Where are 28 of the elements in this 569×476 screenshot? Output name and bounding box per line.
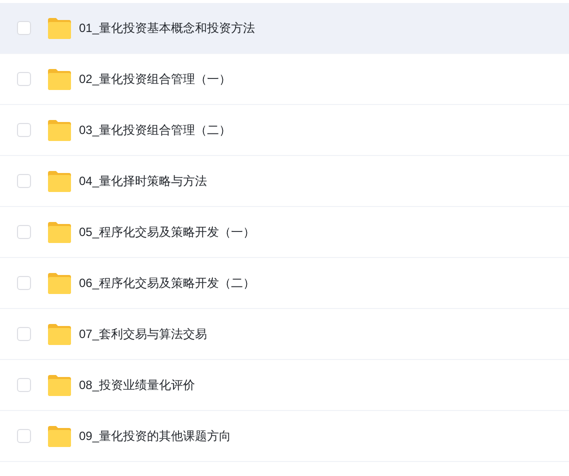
folder-name[interactable]: 06_程序化交易及策略开发（二）	[79, 274, 256, 292]
checkbox[interactable]	[17, 21, 31, 35]
folder-name[interactable]: 05_程序化交易及策略开发（一）	[79, 223, 256, 241]
folder-name[interactable]: 01_量化投资基本概念和投资方法	[79, 19, 256, 37]
checkbox[interactable]	[17, 327, 31, 341]
folder-icon	[47, 272, 72, 294]
folder-name[interactable]: 02_量化投资组合管理（一）	[79, 70, 232, 88]
folder-name[interactable]: 07_套利交易与算法交易	[79, 325, 208, 343]
checkbox[interactable]	[17, 429, 31, 443]
checkbox[interactable]	[17, 174, 31, 188]
folder-icon	[47, 323, 72, 345]
folder-icon	[47, 17, 72, 39]
folder-icon	[47, 374, 72, 396]
folder-icon	[47, 119, 72, 141]
folder-icon	[47, 221, 72, 243]
checkbox[interactable]	[17, 378, 31, 392]
folder-name[interactable]: 04_量化择时策略与方法	[79, 172, 208, 190]
checkbox[interactable]	[17, 123, 31, 137]
checkbox[interactable]	[17, 72, 31, 86]
checkbox[interactable]	[17, 225, 31, 239]
file-row[interactable]: 01_量化投资基本概念和投资方法	[0, 3, 569, 54]
folder-name[interactable]: 03_量化投资组合管理（二）	[79, 121, 232, 139]
checkbox[interactable]	[17, 276, 31, 290]
folder-name[interactable]: 09_量化投资的其他课题方向	[79, 427, 232, 445]
folder-icon	[47, 170, 72, 192]
folder-icon	[47, 425, 72, 447]
folder-icon	[47, 68, 72, 90]
folder-name[interactable]: 08_投资业绩量化评价	[79, 376, 196, 394]
